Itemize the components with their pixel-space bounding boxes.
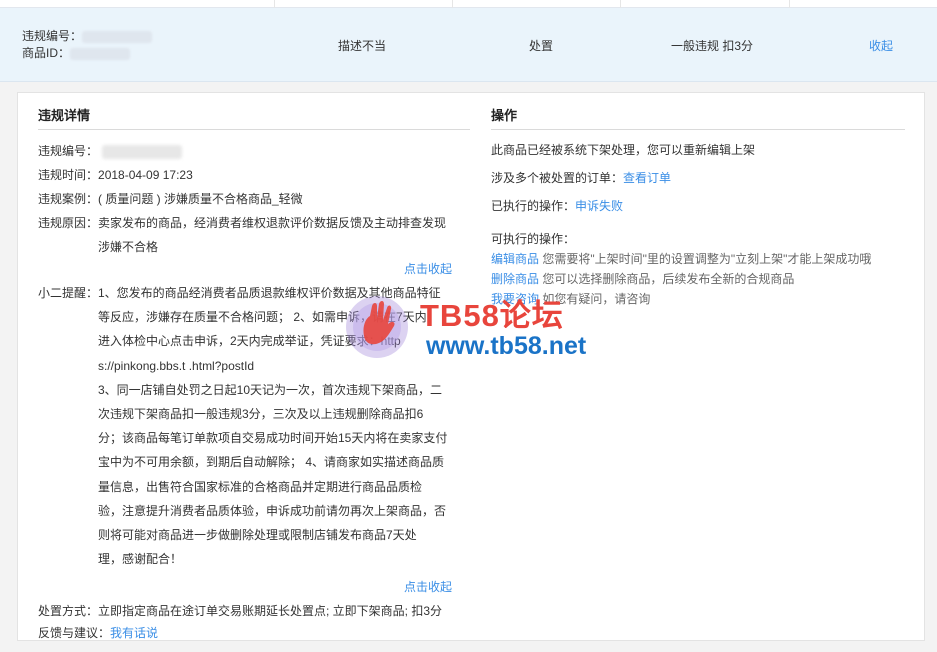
operations-section: 操作 此商品已经被系统下架处理，您可以重新编辑上架 涉及多个被处置的订单：查看订…	[491, 105, 905, 306]
edit-row: 编辑商品 您需要将"上架时间"里的设置调整为"立刻上架"才能上架成功哦	[491, 249, 871, 269]
details-panel: 违规详情 违规编号： 违规时间：2018-04-09 17:23 违规案例：( …	[17, 92, 925, 641]
violation-no-label: 违规编号：	[38, 144, 99, 158]
time-value: 2018-04-09 17:23	[98, 168, 193, 182]
reason-line: 涉嫌不合格	[98, 240, 159, 255]
collapse-reminder-link[interactable]: 点击收起	[404, 575, 452, 599]
reminder-line: 分；该商品每笔订单款项自交易成功时间开始15天内将在卖家支付	[98, 431, 448, 446]
reason-label: 违规原因：	[38, 216, 99, 230]
redacted-value	[102, 144, 183, 159]
collapse-link[interactable]: 收起	[869, 37, 893, 54]
summary-level: 一般违规 扣3分	[671, 39, 754, 53]
summary-ids: 违规编号： 商品ID：	[22, 28, 153, 62]
product-id-label: 商品ID：	[22, 46, 71, 60]
detail-feedback: 反馈与建议：我有话说	[38, 621, 158, 645]
appeal-failed-link[interactable]: 申诉失败	[575, 199, 623, 213]
reminder-line: 量信息，出售符合国家标准的合格商品并定期进行商品品质检	[98, 479, 423, 494]
executed-row: 已执行的操作：申诉失败	[491, 195, 623, 217]
column-divider	[452, 0, 453, 8]
reminder-line: 进入体检中心点击申诉，2天内完成举证，凭证要求：http	[98, 334, 401, 349]
summary-reason: 描述不当	[338, 39, 387, 53]
edit-desc: 您需要将"上架时间"里的设置调整为"立刻上架"才能上架成功哦	[542, 252, 872, 266]
executed-label: 已执行的操作：	[491, 199, 576, 213]
feedback-link[interactable]: 我有话说	[110, 626, 158, 640]
edit-product-link[interactable]: 编辑商品	[491, 252, 539, 266]
section-title: 违规详情	[38, 105, 470, 130]
violation-no-label: 违规编号：	[22, 29, 83, 43]
orders-label: 涉及多个被处置的订单：	[491, 171, 624, 185]
redacted-value	[70, 47, 131, 60]
feedback-label: 反馈与建议：	[38, 626, 111, 640]
reminder-line: 3、同一店铺自处罚之日起10天记为一次，首次违规下架商品，二	[98, 382, 443, 397]
handling-value: 立即指定商品在途订单交易账期延长处置点; 立即下架商品; 扣3分	[98, 604, 443, 618]
available-label: 可执行的操作：	[491, 232, 576, 246]
detail-reason-label-row: 违规原因：	[38, 211, 98, 235]
column-divider	[620, 0, 621, 8]
reminder-line: 1、您发布的商品经消费者品质退款维权评价数据及其他商品特征	[98, 286, 441, 300]
case-label: 违规案例：	[38, 192, 99, 206]
reminder-line: 等反应，涉嫌存在质量不合格问题； 2、如需申诉，请在7天内	[98, 310, 427, 325]
violation-details-section: 违规详情 违规编号： 违规时间：2018-04-09 17:23 违规案例：( …	[38, 105, 470, 640]
reminder-line: 验，注意提升消费者品质体验，申诉成功前请勿再次上架商品，否	[98, 503, 447, 518]
redacted-value	[82, 30, 153, 43]
reminder-line: s://pinkong.bbs.t .html?postId	[98, 358, 255, 373]
collapse-reason-link[interactable]: 点击收起	[404, 257, 452, 281]
detail-time: 违规时间：2018-04-09 17:23	[38, 163, 193, 187]
violation-summary-row: 违规编号： 商品ID： 描述不当 处置 一般违规 扣3分 收起	[0, 8, 937, 82]
view-orders-link[interactable]: 查看订单	[623, 171, 671, 185]
detail-handling: 处置方式：立即指定商品在途订单交易账期延长处置点; 立即下架商品; 扣3分	[38, 599, 442, 623]
detail-reason-text: 卖家发布的商品，经消费者维权退款评价数据反馈及主动排查发现 涉嫌不合格	[98, 211, 446, 259]
orders-row: 涉及多个被处置的订单：查看订单	[491, 167, 671, 189]
detail-case: 违规案例：( 质量问题 ) 涉嫌质量不合格商品_轻微	[38, 187, 303, 211]
consult-desc: 如您有疑问，请咨询	[542, 292, 651, 306]
case-value: ( 质量问题 ) 涉嫌质量不合格商品_轻微	[98, 192, 303, 206]
reminder-label: 小二提醒：	[38, 286, 99, 300]
reminder-line: 宝中为不可用余额，到期后自动解除； 4、请商家如实描述商品质	[98, 455, 445, 470]
column-divider	[274, 0, 275, 8]
consult-link[interactable]: 我要咨询	[491, 292, 539, 306]
handling-label: 处置方式：	[38, 604, 99, 618]
detail-violation-no: 违规编号：	[38, 139, 183, 163]
reminder-line: 则将可能对商品进一步做删除处理或限制店铺发布商品7天处	[98, 528, 417, 543]
delete-row: 删除商品 您可以选择删除商品，后续发布全新的合规商品	[491, 269, 794, 289]
column-divider	[789, 0, 790, 8]
top-strip	[0, 0, 937, 8]
reminder-line: 理，感谢配合！	[98, 552, 183, 567]
status-text: 此商品已经被系统下架处理，您可以重新编辑上架	[491, 143, 756, 157]
reminder-label-row: 小二提醒：	[38, 281, 98, 305]
delete-desc: 您可以选择删除商品，后续发布全新的合规商品	[542, 272, 795, 286]
reminder-line: 次违规下架商品扣一般违规3分，三次及以上违规删除商品扣6	[98, 407, 424, 422]
delete-product-link[interactable]: 删除商品	[491, 272, 539, 286]
time-label: 违规时间：	[38, 168, 99, 182]
section-title: 操作	[491, 105, 905, 130]
reason-line: 卖家发布的商品，经消费者维权退款评价数据反馈及主动排查发现	[98, 216, 447, 230]
reminder-text: 1、您发布的商品经消费者品质退款维权评价数据及其他商品特征 等反应，涉嫌存在质量…	[98, 281, 447, 571]
summary-action: 处置	[529, 39, 554, 53]
consult-row: 我要咨询 如您有疑问，请咨询	[491, 289, 650, 309]
